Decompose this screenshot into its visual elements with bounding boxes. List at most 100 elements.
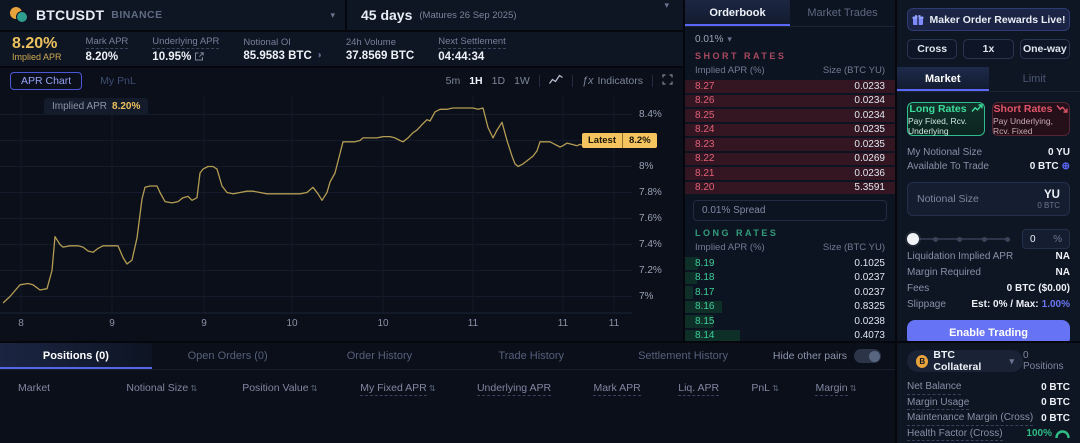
- apr-line-chart[interactable]: 8991010111111: [0, 95, 632, 333]
- deposit-plus-icon[interactable]: ⊕: [1062, 160, 1070, 174]
- indicators-label: Indicators: [597, 75, 643, 87]
- svg-text:9: 9: [109, 318, 115, 329]
- chevron-down-icon: ▾: [664, 0, 669, 11]
- tab-settlement-history[interactable]: Settlement History: [607, 343, 759, 369]
- grouping-select[interactable]: 0.01% ▾: [685, 27, 895, 48]
- svg-text:11: 11: [609, 318, 620, 329]
- sort-icon: ⇅: [772, 383, 779, 393]
- long-rates-label: Long Rates: [909, 103, 966, 115]
- y-tick-label: 7.4%: [639, 239, 662, 250]
- y-tick-label: 7.6%: [639, 213, 662, 224]
- orderbook-header: Implied APR (%) Size (BTC YU): [685, 240, 895, 256]
- slider-thumb[interactable]: [907, 233, 919, 245]
- trend-up-icon: [971, 104, 983, 113]
- orderbook-row-short[interactable]: 8.210.0236: [685, 166, 895, 181]
- svg-text:10: 10: [377, 318, 389, 329]
- col-size: Size (BTC YU): [823, 65, 885, 76]
- percent-input[interactable]: 0 %: [1022, 229, 1070, 249]
- long-rates-title: LONG RATES: [685, 225, 895, 240]
- tab-open-orders-0-[interactable]: Open Orders (0): [152, 343, 304, 369]
- column-notional-size[interactable]: Notional Size⇅: [104, 382, 220, 394]
- orderbook-row-long[interactable]: 8.180.0237: [685, 271, 895, 286]
- short-rates-title: SHORT RATES: [685, 48, 895, 63]
- orderbook-row-short[interactable]: 8.270.0233: [685, 79, 895, 94]
- orderbook-row-short[interactable]: 8.260.0234: [685, 94, 895, 109]
- tab-my-pnl[interactable]: My PnL: [90, 73, 146, 89]
- line-chart-icon[interactable]: [549, 74, 563, 88]
- tab-market-trades[interactable]: Market Trades: [790, 0, 895, 26]
- stat-item: Underlying APR10.95%: [152, 36, 219, 63]
- stat-item: Notional OI85.9583 BTC◑: [243, 36, 321, 63]
- stat-item: Next Settlement04:44:34: [438, 36, 506, 63]
- collateral-row: Maintenance Margin (Cross)0 BTC: [907, 411, 1070, 426]
- stats-items: Mark APR8.20%Underlying APR10.95%Notiona…: [86, 36, 506, 63]
- sort-icon: ⇅: [429, 383, 436, 393]
- collateral-selector-label: BTC Collateral: [933, 349, 1002, 373]
- trend-down-icon: [1056, 104, 1068, 113]
- tab-orderbook[interactable]: Orderbook: [685, 0, 790, 26]
- orderbook-row-short[interactable]: 8.230.0235: [685, 137, 895, 152]
- mode-button-cross[interactable]: Cross: [907, 39, 957, 59]
- size-slider[interactable]: [907, 233, 1012, 245]
- tab-apr-chart[interactable]: APR Chart: [10, 72, 82, 90]
- enable-trading-button[interactable]: Enable Trading: [907, 320, 1070, 341]
- tab-market[interactable]: Market: [897, 67, 989, 91]
- percent-value: 0: [1030, 234, 1036, 245]
- tab-positions-0-[interactable]: Positions (0): [0, 343, 152, 369]
- long-rates-button[interactable]: Long Rates Pay Fixed, Rcv. Underlying: [907, 102, 985, 136]
- tab-trade-history[interactable]: Trade History: [455, 343, 607, 369]
- sort-icon: ⇅: [190, 383, 197, 393]
- chart-tabs: APR Chart My PnL: [10, 72, 146, 90]
- svg-text:11: 11: [468, 318, 479, 329]
- orderbook-row-short[interactable]: 8.220.0269: [685, 152, 895, 167]
- indicators-button[interactable]: ƒx Indicators: [582, 75, 643, 87]
- contract-selector[interactable]: 45 days (Matures 26 Sep 2025) ▾: [347, 0, 683, 30]
- short-rates-button[interactable]: Short Rates Pay Underlying, Rcv. Fixed: [992, 102, 1070, 136]
- rewards-banner[interactable]: Maker Order Rewards Live!: [907, 8, 1070, 31]
- orderbook-row-short[interactable]: 8.240.0235: [685, 123, 895, 138]
- orderbook-row-long[interactable]: 8.190.1025: [685, 256, 895, 271]
- collateral-selector[interactable]: B BTC Collateral ▾: [907, 350, 1023, 372]
- pair-coin-icon: [10, 7, 28, 23]
- chevron-down-icon: ▾: [727, 34, 732, 44]
- orderbook-row-long[interactable]: 8.160.8325: [685, 300, 895, 315]
- timeframe-1w[interactable]: 1W: [514, 75, 530, 87]
- chevron-down-icon: ▾: [1009, 356, 1014, 367]
- timeframe-5m[interactable]: 5m: [446, 75, 461, 87]
- orderbook-row-long[interactable]: 8.170.0237: [685, 285, 895, 300]
- mode-button-1x[interactable]: 1x: [963, 39, 1013, 59]
- timeframes: 5m 1H 1D 1W: [446, 75, 530, 87]
- orderbook-row-long[interactable]: 8.140.4073: [685, 329, 895, 342]
- tab-limit[interactable]: Limit: [989, 67, 1080, 91]
- info-row: Margin RequiredNA: [907, 265, 1070, 280]
- fullscreen-icon[interactable]: [662, 74, 673, 88]
- orderbook-row-long[interactable]: 8.150.0238: [685, 314, 895, 329]
- latest-price-badge: Latest 8.2%: [582, 133, 657, 148]
- mode-button-one-way[interactable]: One-way: [1020, 39, 1070, 59]
- long-rates-subtitle: Pay Fixed, Rcv. Underlying: [908, 116, 984, 136]
- orderbook-panel: Orderbook Market Trades 0.01% ▾ SHORT RAT…: [685, 0, 895, 341]
- half-circle-icon: ◑: [316, 50, 322, 61]
- grouping-value: 0.01%: [695, 34, 723, 45]
- notional-size-input[interactable]: Notional Size YU 0 BTC: [907, 182, 1070, 216]
- pair-selector[interactable]: BTCUSDT BINANCE ▾: [0, 0, 345, 30]
- positions-table-header: MarketNotional Size⇅Position Value⇅My Fi…: [0, 370, 895, 394]
- hide-pairs-toggle[interactable]: [854, 349, 881, 363]
- external-link-icon[interactable]: [195, 52, 204, 61]
- chart-panel: APR Chart My PnL 5m 1H 1D 1W ƒx Indicators: [0, 68, 683, 341]
- column-pnl[interactable]: PnL⇅: [735, 382, 795, 394]
- collateral-header: B BTC Collateral ▾ 0 Positions: [907, 350, 1070, 372]
- column-my-fixed-apr[interactable]: My Fixed APR⇅: [340, 382, 456, 394]
- timeframe-1d[interactable]: 1D: [492, 75, 505, 87]
- orderbook-row-short[interactable]: 8.205.3591: [685, 181, 895, 196]
- orderbook-tabs: Orderbook Market Trades: [685, 0, 895, 27]
- tab-order-history[interactable]: Order History: [304, 343, 456, 369]
- collateral-rows: Net Balance0 BTCMargin Usage0 BTCMainten…: [907, 380, 1070, 443]
- collateral-row: Health Factor (Cross)100%: [907, 427, 1070, 442]
- orderbook-row-short[interactable]: 8.250.0234: [685, 108, 895, 123]
- timeframe-1h[interactable]: 1H: [469, 75, 482, 87]
- column-position-value[interactable]: Position Value⇅: [220, 382, 340, 394]
- svg-text:11: 11: [558, 318, 569, 329]
- column-margin[interactable]: Margin⇅: [795, 382, 877, 394]
- y-tick-label: 7.8%: [639, 187, 662, 198]
